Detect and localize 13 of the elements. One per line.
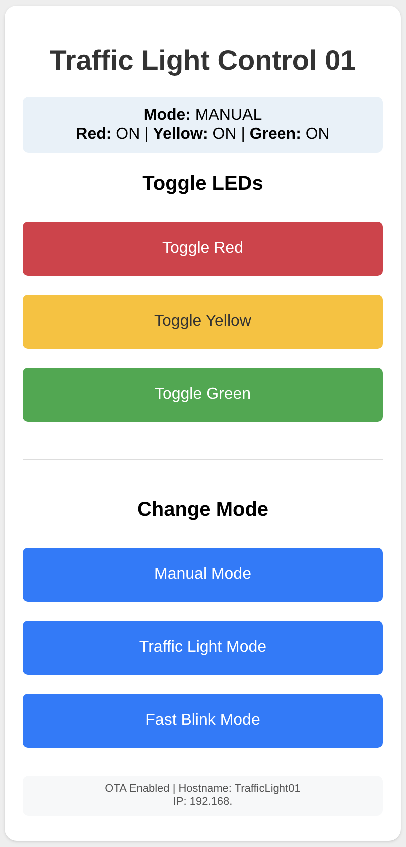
status-line: Red: ON | Yellow: ON | Green: ON [76,125,330,144]
action-button[interactable]: Manual Mode [23,548,383,602]
action-button[interactable]: Toggle Red [23,222,383,276]
action-button[interactable]: Toggle Green [23,368,383,422]
section-heading: Change Mode [136,498,270,523]
section-heading: Toggle LEDs [142,172,264,197]
footer-text: IP: 192.168. [173,796,233,809]
action-button[interactable]: Toggle Yellow [23,295,383,349]
footer-text: OTA Enabled | Hostname: TrafficLight01 [105,783,301,796]
page-title: Traffic Light Control 01 [48,44,358,78]
status-line: Mode: MANUAL [144,106,262,125]
action-button[interactable]: Traffic Light Mode [23,621,383,675]
action-button[interactable]: Fast Blink Mode [23,694,383,748]
